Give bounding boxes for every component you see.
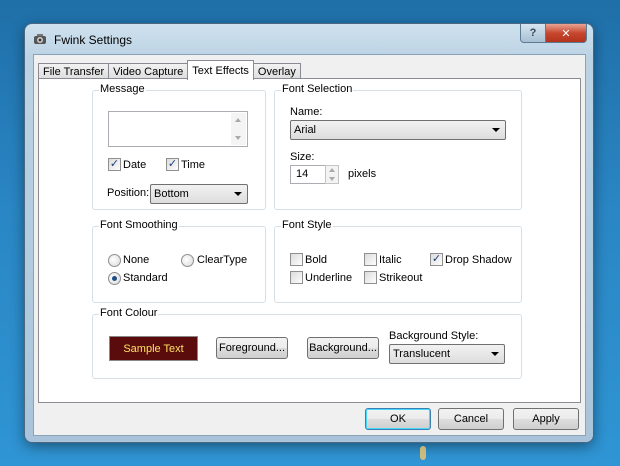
sample-text-preview: Sample Text <box>109 336 198 361</box>
scroll-up-icon[interactable] <box>235 118 241 122</box>
close-icon: ✕ <box>561 27 571 40</box>
foreground-button[interactable]: Foreground... <box>216 337 288 359</box>
font-size-label: Size: <box>290 151 315 163</box>
drop-shadow-label: Drop Shadow <box>445 254 512 266</box>
strikeout-label: Strikeout <box>379 272 423 284</box>
spin-down-icon[interactable] <box>329 177 335 181</box>
tab-strip: File Transfer Video Capture Text Effects… <box>38 60 301 80</box>
drop-shadow-checkbox[interactable]: ✓ <box>430 253 443 266</box>
strikeout-checkbox[interactable] <box>364 271 377 284</box>
smoothing-standard-radio[interactable] <box>108 272 121 285</box>
message-group: Message ✓ Date ✓ Time Position: Bottom <box>92 83 266 210</box>
close-button[interactable]: ✕ <box>546 24 587 43</box>
background-style-select[interactable]: Translucent <box>389 344 505 364</box>
date-checkbox[interactable]: ✓ <box>108 158 121 171</box>
italic-label: Italic <box>379 254 402 266</box>
webcam-icon <box>34 34 46 44</box>
checkmark-icon: ✓ <box>431 253 442 265</box>
scroll-down-icon[interactable] <box>235 136 241 140</box>
bold-checkbox[interactable] <box>290 253 303 266</box>
smoothing-none-label: None <box>123 254 150 266</box>
position-value: Bottom <box>154 188 189 200</box>
tab-text-effects[interactable]: Text Effects <box>187 60 254 80</box>
message-group-label: Message <box>99 83 146 95</box>
font-size-input[interactable]: 14 <box>290 165 326 184</box>
text-effects-panel: Message ✓ Date ✓ Time Position: Bottom F… <box>38 78 581 403</box>
background-style-label: Background Style: <box>389 330 479 342</box>
font-size-value: 14 <box>296 168 309 180</box>
checkmark-icon: ✓ <box>167 158 178 170</box>
font-colour-group: Font Colour Sample Text Foreground... Ba… <box>92 307 522 379</box>
spin-up-icon[interactable] <box>329 168 335 172</box>
font-size-spinner[interactable] <box>325 165 339 184</box>
chevron-down-icon <box>234 192 242 196</box>
bold-label: Bold <box>305 254 328 266</box>
message-textarea[interactable] <box>108 111 248 147</box>
font-size-unit: pixels <box>348 168 377 180</box>
smoothing-standard-label: Standard <box>123 272 168 284</box>
title-bar[interactable]: Fwink Settings ? ✕ <box>25 24 593 54</box>
settings-window: Fwink Settings ? ✕ File Transfer Video C… <box>25 24 593 442</box>
font-colour-group-label: Font Colour <box>99 307 159 319</box>
font-smoothing-group: Font Smoothing None ClearType Standard <box>92 219 266 303</box>
dialog-client-area: File Transfer Video Capture Text Effects… <box>33 54 586 436</box>
time-label: Time <box>181 159 206 171</box>
smoothing-cleartype-radio[interactable] <box>181 254 194 267</box>
underline-checkbox[interactable] <box>290 271 303 284</box>
help-icon: ? <box>529 27 537 39</box>
background-button[interactable]: Background... <box>307 337 379 359</box>
underline-label: Underline <box>305 272 353 284</box>
time-checkbox[interactable]: ✓ <box>166 158 179 171</box>
taskbar-glow <box>420 446 426 460</box>
position-select[interactable]: Bottom <box>150 184 248 204</box>
smoothing-cleartype-label: ClearType <box>197 254 248 266</box>
font-selection-group: Font Selection Name: Arial Size: 14 pixe… <box>274 83 522 210</box>
font-name-label: Name: <box>290 106 323 118</box>
ok-button[interactable]: OK <box>365 408 431 430</box>
position-label: Position: <box>107 187 150 199</box>
date-label: Date <box>123 159 147 171</box>
message-scrollbar[interactable] <box>231 113 246 145</box>
chevron-down-icon <box>492 128 500 132</box>
apply-button[interactable]: Apply <box>513 408 579 430</box>
font-name-select[interactable]: Arial <box>290 120 506 140</box>
font-style-group: Font Style Bold Italic ✓ Drop Shadow Und… <box>274 219 522 303</box>
font-name-value: Arial <box>294 124 317 136</box>
background-style-value: Translucent <box>393 348 451 360</box>
font-smoothing-group-label: Font Smoothing <box>99 219 179 231</box>
font-style-group-label: Font Style <box>281 219 333 231</box>
chevron-down-icon <box>491 352 499 356</box>
window-title: Fwink Settings <box>54 33 133 47</box>
checkmark-icon: ✓ <box>109 158 120 170</box>
smoothing-none-radio[interactable] <box>108 254 121 267</box>
cancel-button[interactable]: Cancel <box>438 408 504 430</box>
help-button[interactable]: ? <box>520 24 546 43</box>
italic-checkbox[interactable] <box>364 253 377 266</box>
font-selection-group-label: Font Selection <box>281 83 354 95</box>
